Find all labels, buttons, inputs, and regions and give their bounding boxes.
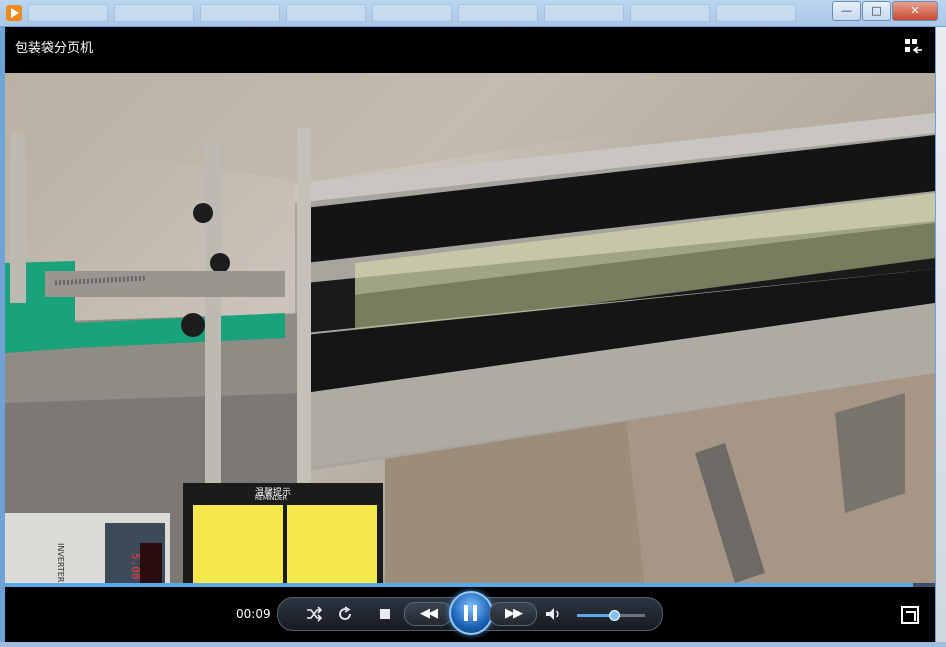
background-taskbar-tabs xyxy=(28,4,828,22)
video-title: 包装袋分页机 xyxy=(15,41,94,56)
background-tab xyxy=(544,4,624,22)
fast-forward-button[interactable]: ▶▶ xyxy=(489,602,537,626)
inverter-label: INVERTER xyxy=(56,543,65,583)
rewind-button[interactable]: ◀◀ xyxy=(404,602,452,626)
maximize-button[interactable]: □ xyxy=(862,1,891,21)
window-controls: — □ ✕ xyxy=(831,1,938,21)
background-tab xyxy=(458,4,538,22)
fast-forward-icon: ▶▶ xyxy=(505,606,523,621)
pause-button[interactable] xyxy=(449,591,493,635)
window-bottom-border xyxy=(0,642,946,647)
stop-icon xyxy=(380,609,390,619)
shuffle-icon[interactable] xyxy=(304,604,324,624)
playback-controls: 00:09 ◀◀ ▶▶ xyxy=(5,587,935,642)
volume-icon[interactable] xyxy=(543,604,563,624)
background-tab xyxy=(372,4,452,22)
background-window-edge xyxy=(936,27,946,647)
media-player: 包装袋分页机 温馨提示 REMINDER INVERTER 5.00 00:09… xyxy=(5,27,935,642)
rewind-icon: ◀◀ xyxy=(420,606,438,621)
video-frame[interactable]: 温馨提示 REMINDER INVERTER 5.00 xyxy=(5,73,935,587)
fullscreen-icon[interactable] xyxy=(901,606,919,624)
inverter-display: 5.00 xyxy=(129,553,142,580)
background-tab xyxy=(114,4,194,22)
close-button[interactable]: ✕ xyxy=(892,1,938,21)
background-tab xyxy=(630,4,710,22)
background-tab xyxy=(286,4,366,22)
layout-switch-icon[interactable] xyxy=(905,38,923,54)
background-tab xyxy=(716,4,796,22)
current-time: 00:09 xyxy=(236,607,271,621)
reminder-label-subtitle: REMINDER xyxy=(255,495,287,502)
window-titlebar: — □ ✕ xyxy=(0,0,946,26)
background-tab xyxy=(200,4,280,22)
player-title-bar: 包装袋分页机 xyxy=(5,27,935,73)
stop-button[interactable] xyxy=(375,604,395,624)
media-player-icon xyxy=(6,5,22,21)
video-scene xyxy=(5,73,935,587)
minimize-button[interactable]: — xyxy=(832,1,861,21)
volume-slider[interactable] xyxy=(577,610,645,621)
repeat-icon[interactable] xyxy=(335,604,355,624)
background-tab xyxy=(28,4,108,22)
